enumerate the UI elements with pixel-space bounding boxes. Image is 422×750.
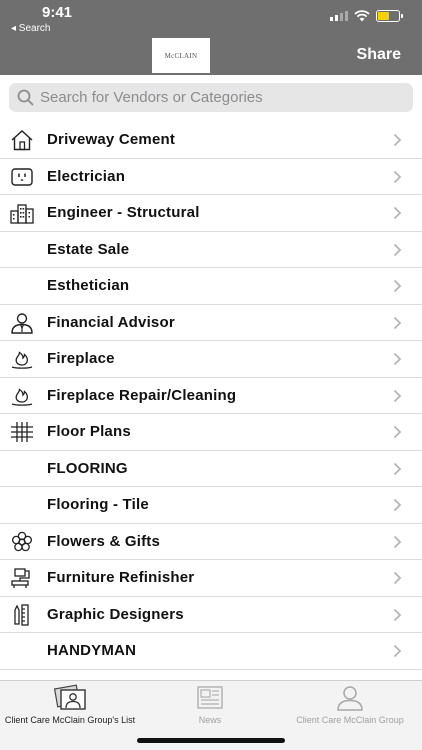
list-item-label: Fireplace [47,350,115,368]
list-item-label: Floor Plans [47,423,131,441]
fire-icon [11,351,33,369]
search-field[interactable] [9,83,413,112]
tab-label: Client Care McClain Group [296,715,404,725]
chevron-right-icon [393,206,402,220]
list-item[interactable]: Fireplace Repair/Cleaning [0,378,422,414]
list-item[interactable]: Engineer - Structural [0,195,422,232]
list-item[interactable]: FLOORING [0,451,422,487]
chevron-right-icon [393,462,402,475]
chevron-right-icon [393,170,402,183]
back-to-search-link[interactable]: ◂ Search [11,23,50,34]
list-item[interactable]: Graphic Designers [0,597,422,633]
battery-icon [376,10,403,22]
chevron-right-icon [393,389,402,402]
list-item[interactable]: Flooring - Tile [0,487,422,524]
advisor-icon [11,312,33,334]
chevron-right-icon [393,571,402,585]
chevron-right-icon [393,279,402,293]
brush-icon [11,568,30,588]
ruler-pencil-icon [14,603,29,626]
flower-icon [11,531,33,551]
signal-icon [330,11,348,21]
tab-profile[interactable]: Client Care McClain Group [280,684,420,725]
wifi-icon [354,10,370,22]
list-item[interactable]: Flowers & Gifts [0,524,422,560]
chevron-right-icon [393,352,402,366]
home-indicator [137,738,285,743]
list-item[interactable]: Esthetician [0,268,422,305]
status-icons [330,10,403,22]
list-item[interactable]: HANDYMAN [0,633,422,670]
list-item[interactable]: Driveway Cement [0,122,422,159]
grid-icon [11,422,33,442]
logo-text: McCLAIN [164,51,198,60]
share-button[interactable]: Share [357,46,401,64]
list-item-label: Esthetician [47,277,130,295]
list-item-label: Estate Sale [47,240,130,258]
person-icon [337,686,363,711]
list-item-label: Flowers & Gifts [47,532,161,550]
list-item-label: Fireplace Repair/Cleaning [47,386,237,404]
navigation-header: 9:41 ◂ Search McCLAIN Share [0,0,422,75]
list-item-label: Flooring - Tile [47,496,149,514]
chevron-right-icon [393,535,402,548]
status-time: 9:41 [42,4,73,21]
outlet-icon [11,167,33,186]
house-icon [11,130,33,151]
list-item-label: Financial Advisor [47,313,175,331]
list-item-label: Furniture Refinisher [47,569,195,587]
search-input[interactable] [40,89,400,106]
list-item-label: HANDYMAN [47,642,137,660]
list-item-label: Driveway Cement [47,131,176,149]
chevron-right-icon [393,608,402,621]
chevron-right-icon [393,644,402,658]
list-item[interactable]: Electrician [0,159,422,195]
chevron-right-icon [393,133,402,147]
list-item-label: FLOORING [47,459,128,477]
list-item[interactable]: Floor Plans [0,414,422,451]
category-list: Driveway Cement Electrician Engineer - S… [0,122,422,670]
list-item-label: Electrician [47,167,126,185]
newspaper-icon [197,686,223,709]
tab-label: Client Care McClain Group's List [4,715,136,725]
list-item[interactable]: Fireplace [0,341,422,378]
chevron-right-icon [393,498,402,512]
search-icon [17,89,34,106]
list-item[interactable]: Estate Sale [0,232,422,268]
chevron-right-icon [393,425,402,439]
list-item[interactable]: Furniture Refinisher [0,560,422,597]
tab-group-list[interactable]: Client Care McClain Group's List [0,684,140,725]
list-item-label: Engineer - Structural [47,204,200,222]
photos-icon [53,684,86,710]
tab-label: News [198,715,222,725]
chevron-right-icon [393,316,402,329]
buildings-icon [10,204,34,224]
tab-news[interactable]: News [170,684,250,725]
list-item-label: Graphic Designers [47,605,184,623]
company-logo: McCLAIN [152,38,210,73]
fire-icon [11,387,33,406]
list-item[interactable]: Financial Advisor [0,305,422,341]
search-bar-container [0,75,422,120]
chevron-right-icon [393,243,402,256]
